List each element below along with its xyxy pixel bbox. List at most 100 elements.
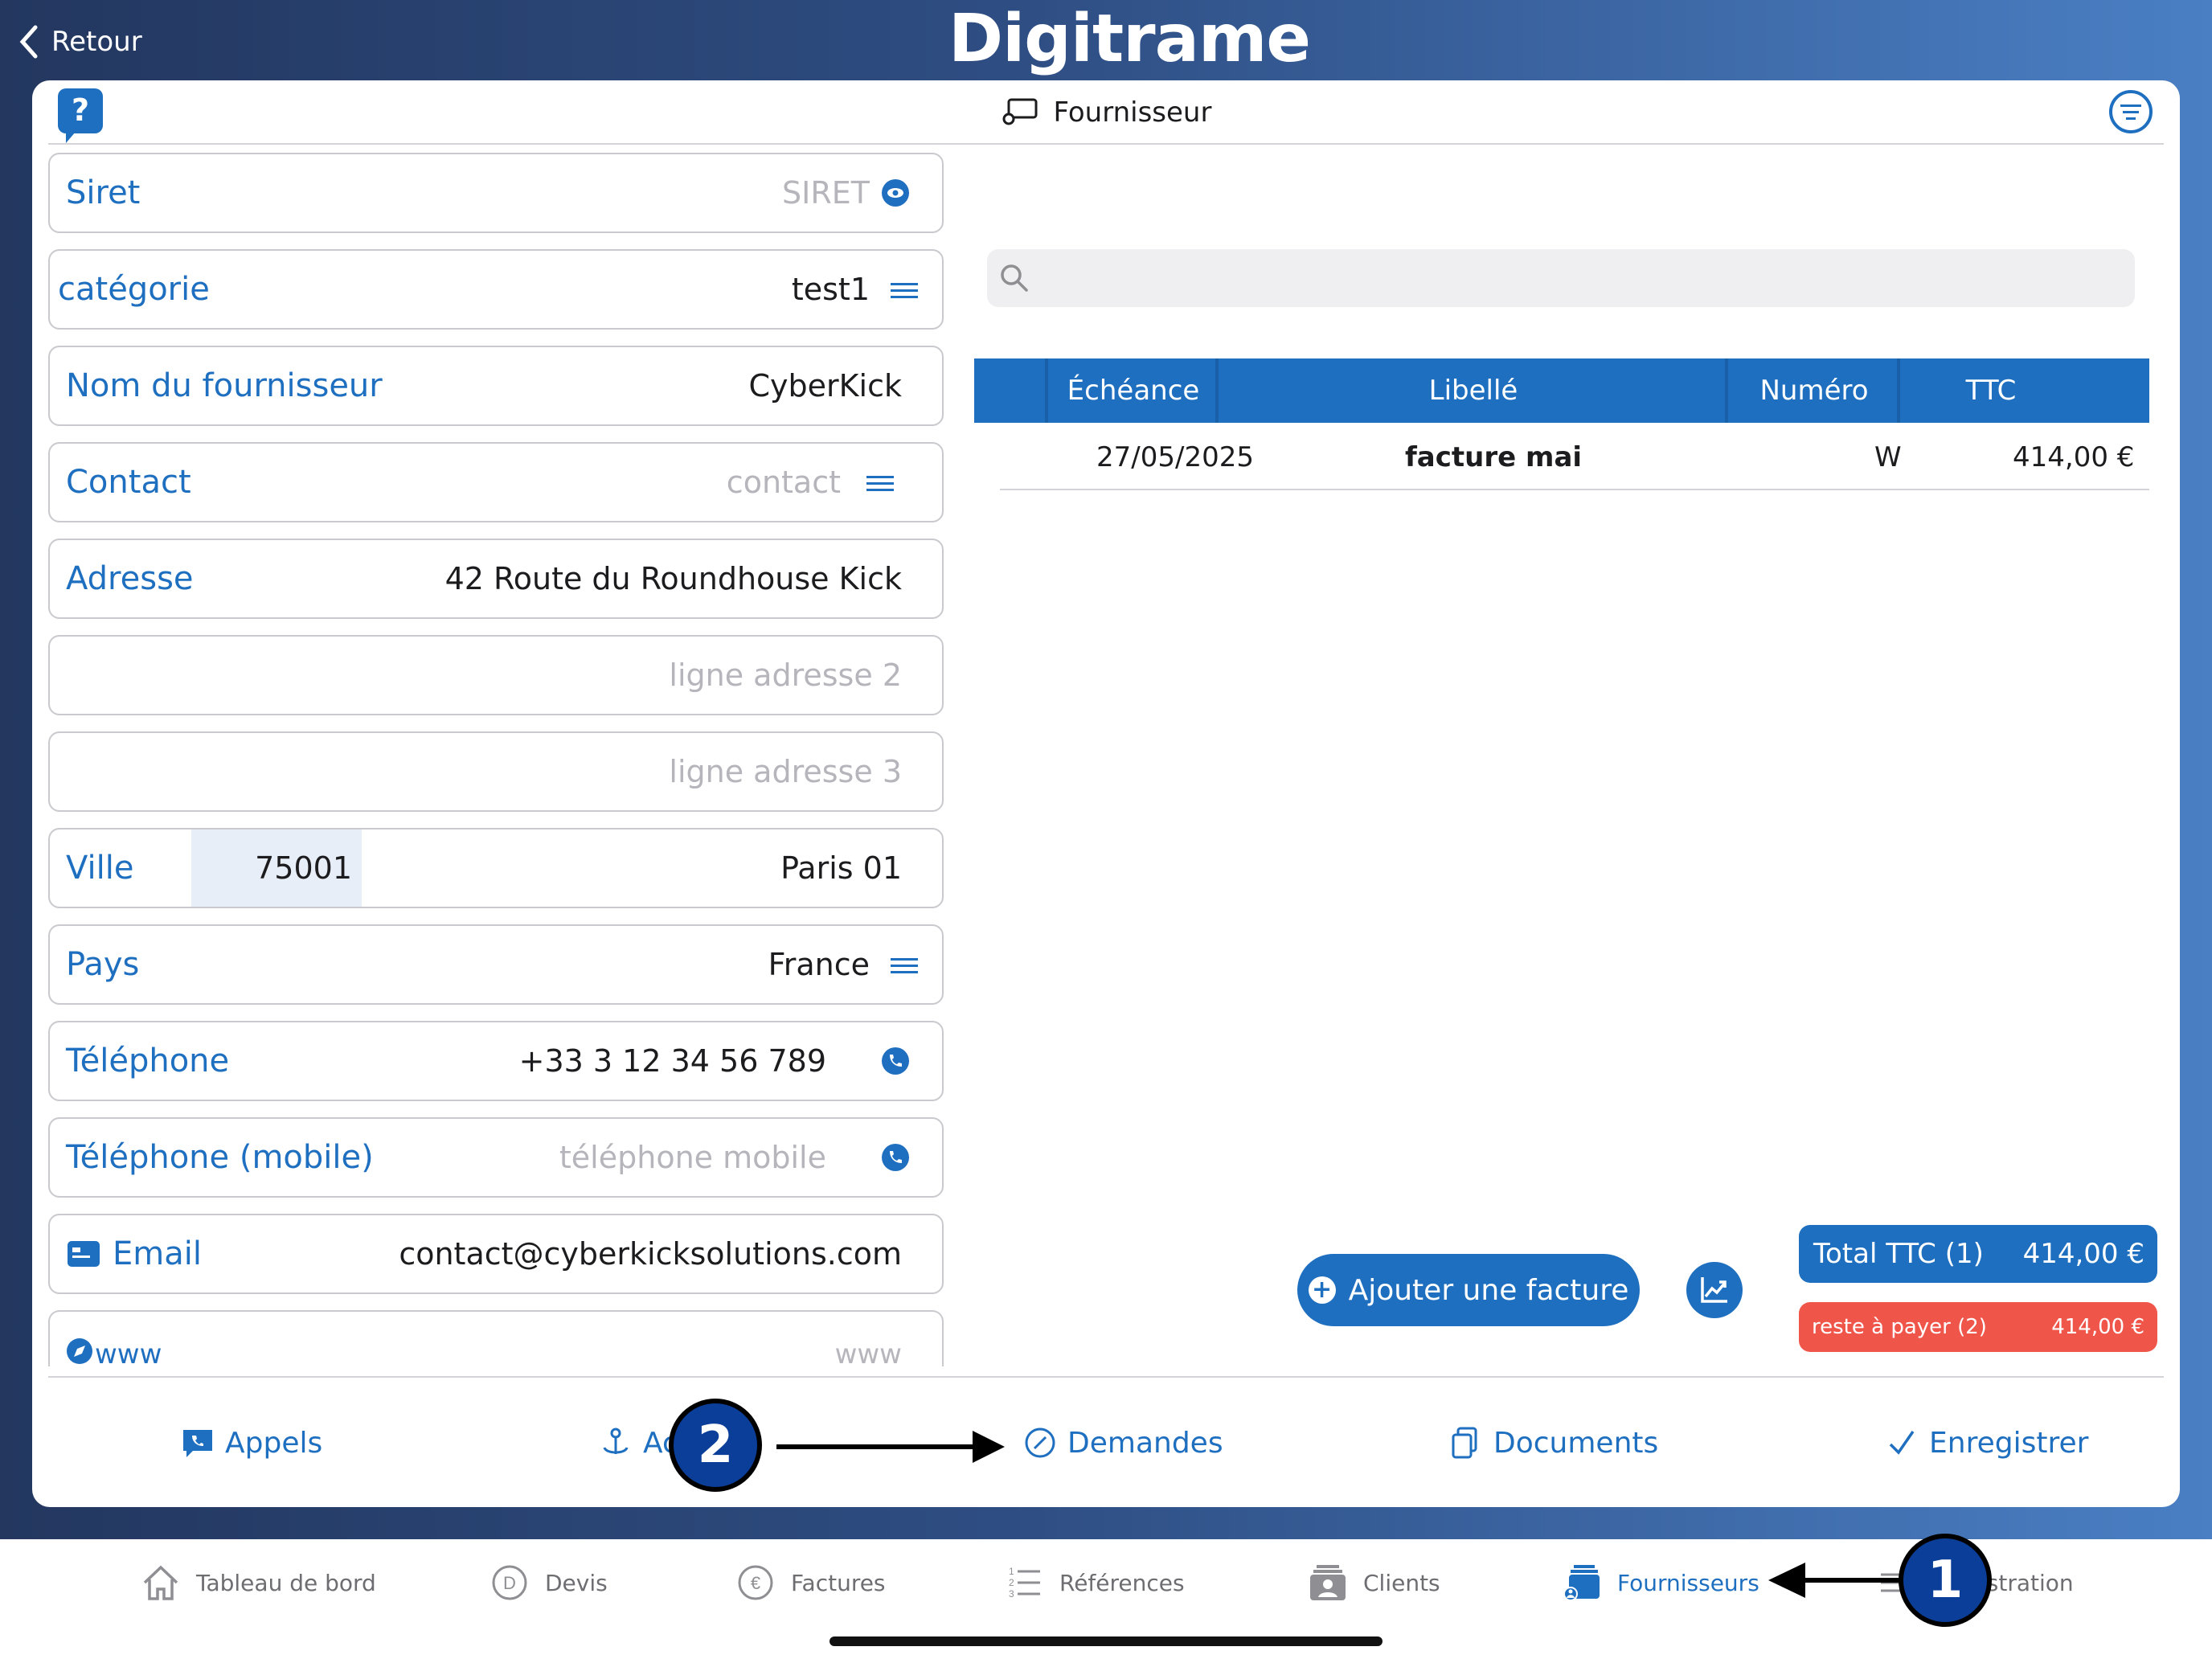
zip-input[interactable]: 75001 (191, 830, 362, 907)
contact-label: Contact (66, 464, 191, 501)
tab-suppliers-label: Fournisseurs (1617, 1569, 1759, 1596)
header-divider (48, 143, 2164, 145)
app-logo: Digitrame (948, 1, 1311, 77)
supplier-name-field[interactable]: Nom du fournisseur CyberKick (48, 346, 944, 426)
save-button[interactable]: Enregistrer (1886, 1415, 2088, 1471)
list-icon[interactable] (891, 283, 918, 299)
col-numero[interactable]: Numéro (1725, 358, 1900, 423)
chart-button[interactable] (1686, 1262, 1743, 1318)
suppliers-icon (1563, 1565, 1600, 1601)
quote-d-icon: D (492, 1565, 527, 1600)
total-ttc-badge: Total TTC (1) 414,00 € (1799, 1225, 2157, 1283)
filter-menu-icon[interactable] (2109, 90, 2153, 133)
tab-administration-label: istration (1981, 1569, 2074, 1596)
tab-quotes[interactable]: D Devis (490, 1559, 608, 1607)
phone-field[interactable]: Téléphone +33 3 12 34 56 789 (48, 1021, 944, 1101)
remaining-label: reste à payer (2) (1812, 1315, 1987, 1339)
tab-clients-label: Clients (1363, 1569, 1440, 1596)
cell-libelle: facture mai (1405, 441, 1583, 473)
address-line-2-placeholder: ligne adresse 2 (669, 657, 902, 693)
search-icon (1001, 264, 1028, 292)
tab-references-label: Références (1059, 1569, 1185, 1596)
phone-icon[interactable] (881, 1143, 910, 1172)
anchor-icon (603, 1428, 629, 1454)
col-echeance[interactable]: Échéance (1045, 358, 1219, 423)
clients-icon (1310, 1565, 1346, 1600)
tab-dashboard[interactable]: Tableau de bord (141, 1559, 376, 1607)
eye-icon[interactable] (881, 178, 910, 207)
city-field[interactable]: Ville 75001 Paris 01 (48, 828, 944, 908)
checkmark-icon (1889, 1431, 1915, 1455)
save-label: Enregistrer (1929, 1426, 2089, 1460)
address-line-2-field[interactable]: ligne adresse 2 (48, 635, 944, 715)
documents-label: Documents (1493, 1426, 1659, 1460)
chevron-left-icon (19, 25, 38, 59)
address-line-3-placeholder: ligne adresse 3 (669, 754, 902, 789)
actions-button[interactable]: Ac (600, 1415, 678, 1471)
address-line-3-field[interactable]: ligne adresse 3 (48, 731, 944, 812)
www-field[interactable]: www www (48, 1310, 944, 1370)
documents-button[interactable]: Documents (1450, 1415, 1658, 1471)
annotation-badge-1: 1 (1899, 1534, 1992, 1627)
back-button[interactable]: Retour (18, 19, 142, 64)
annotation-badge-2: 2 (669, 1399, 762, 1492)
contact-placeholder: contact (726, 465, 841, 500)
www-placeholder: www (834, 1338, 902, 1370)
requests-button[interactable]: Demandes (1024, 1415, 1223, 1471)
email-field[interactable]: Email contact@cyberkicksolutions.com (48, 1214, 944, 1294)
categorie-field[interactable]: catégorie test1 (48, 249, 944, 330)
mobile-phone-field[interactable]: Téléphone (mobile) téléphone mobile (48, 1117, 944, 1198)
supplier-icon (1002, 98, 1038, 125)
documents-icon (1452, 1427, 1477, 1459)
www-label: www (95, 1338, 162, 1370)
euro-icon: € (738, 1565, 773, 1600)
cell-echeance: 27/05/2025 (1096, 441, 1254, 473)
categorie-label: catégorie (58, 271, 210, 308)
plus-icon: + (1308, 1276, 1336, 1304)
tab-invoices[interactable]: € Factures (736, 1559, 886, 1607)
phone-label: Téléphone (66, 1043, 230, 1079)
add-invoice-label: Ajouter une facture (1348, 1273, 1629, 1307)
page-title-text: Fournisseur (1053, 96, 1212, 129)
siret-label: Siret (66, 174, 141, 211)
svg-text:€: € (751, 1573, 760, 1593)
supplier-name-label: Nom du fournisseur (66, 367, 383, 404)
calls-label: Appels (225, 1426, 323, 1460)
cell-numero: W (1874, 441, 1902, 473)
calls-button[interactable]: Appels (182, 1415, 322, 1471)
list-icon[interactable] (866, 476, 894, 492)
back-label: Retour (51, 26, 142, 58)
search-input[interactable] (987, 249, 2135, 307)
contact-field[interactable]: Contact contact (48, 442, 944, 522)
list-icon[interactable] (891, 958, 918, 974)
mobile-phone-label: Téléphone (mobile) (66, 1139, 374, 1176)
invoice-table-header: Échéance Libellé Numéro TTC (974, 358, 2149, 423)
email-card-icon (68, 1241, 100, 1267)
address-field[interactable]: Adresse 42 Route du Roundhouse Kick (48, 539, 944, 619)
tab-quotes-label: Devis (545, 1569, 608, 1596)
address-label: Adresse (66, 560, 194, 597)
email-label: Email (113, 1235, 202, 1272)
remaining-badge: reste à payer (2) 414,00 € (1799, 1302, 2157, 1352)
tab-invoices-label: Factures (791, 1569, 886, 1596)
add-invoice-button[interactable]: + Ajouter une facture (1297, 1254, 1640, 1326)
total-ttc-label: Total TTC (1) (1813, 1238, 1984, 1270)
svg-text:2: 2 (1009, 1577, 1014, 1588)
cell-ttc: 414,00 € (2013, 441, 2135, 473)
tab-dashboard-label: Tableau de bord (196, 1569, 376, 1596)
tab-suppliers[interactable]: Fournisseurs (1563, 1559, 1759, 1607)
country-value: France (768, 947, 870, 982)
mobile-phone-placeholder: téléphone mobile (559, 1140, 826, 1175)
phone-icon[interactable] (881, 1047, 910, 1075)
total-ttc-value: 414,00 € (2022, 1238, 2144, 1270)
chart-icon (1701, 1277, 1727, 1303)
siret-field[interactable]: Siret SIRET (48, 153, 944, 233)
tab-clients[interactable]: Clients (1309, 1559, 1440, 1607)
tab-references[interactable]: 123 Références (1005, 1559, 1185, 1607)
col-ttc[interactable]: TTC (1897, 358, 2082, 423)
remaining-value: 414,00 € (2051, 1315, 2144, 1339)
country-field[interactable]: Pays France (48, 924, 944, 1005)
svg-text:D: D (503, 1573, 516, 1593)
col-libelle[interactable]: Libellé (1215, 358, 1728, 423)
table-row[interactable]: 27/05/2025 facture mai W 414,00 € (1000, 426, 2149, 490)
